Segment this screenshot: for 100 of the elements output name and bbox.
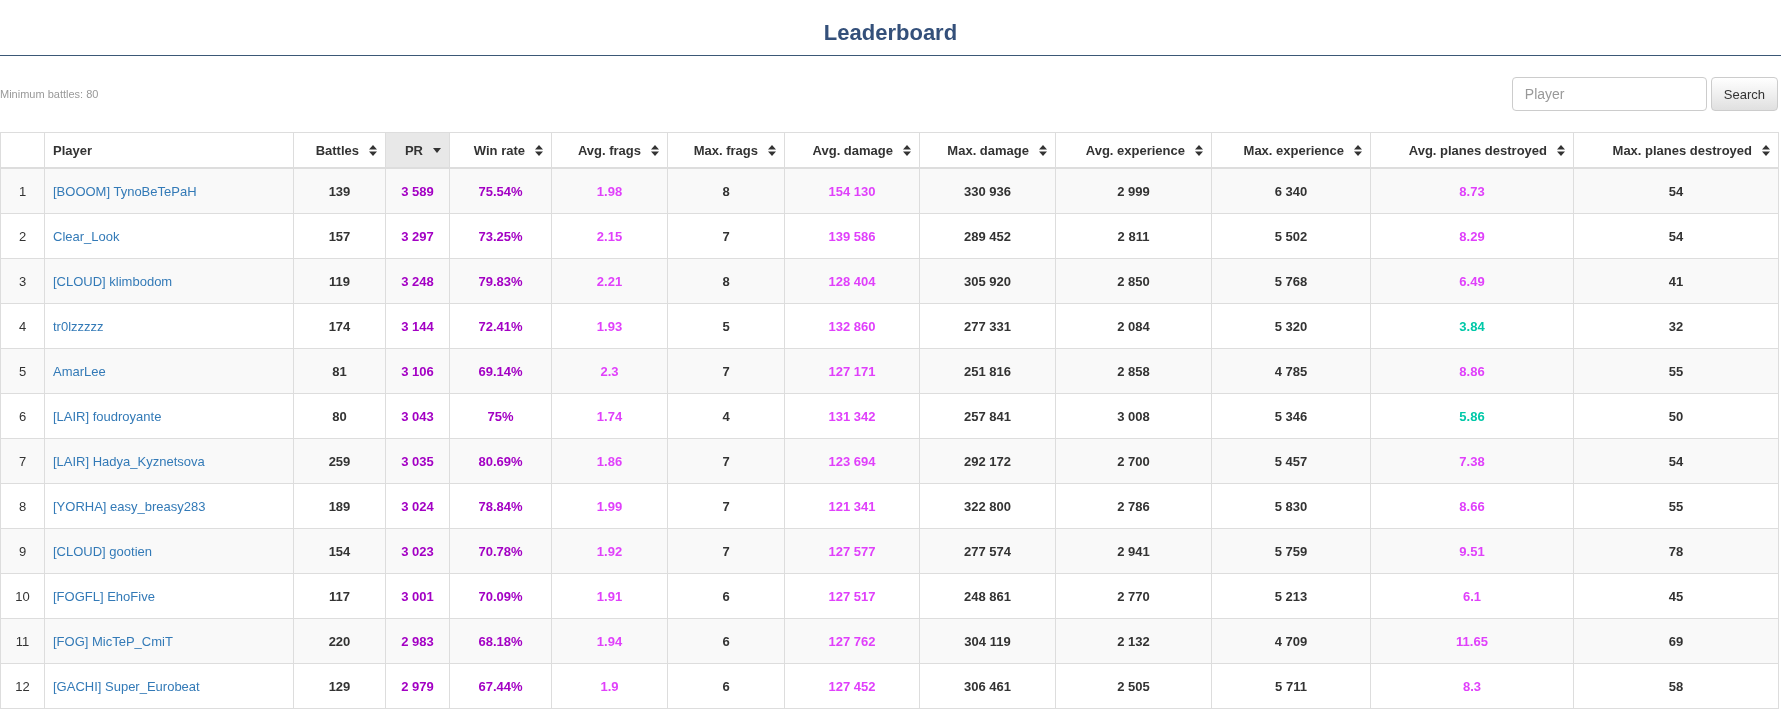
stat-cell: 69.14% (449, 348, 552, 394)
player-search-field[interactable]: Player (1511, 77, 1707, 111)
player-link[interactable]: tr0lzzzzz (53, 318, 104, 334)
rank-cell: 2 (0, 213, 45, 259)
stat-cell: 2 979 (385, 663, 450, 709)
stat-cell: 127 577 (784, 528, 920, 574)
stat-cell: 7.38 (1370, 438, 1574, 484)
stat-cell: 2 983 (385, 618, 450, 664)
stat-cell: 5 768 (1211, 258, 1371, 304)
stat-cell: 3 297 (385, 213, 450, 259)
stat-cell: 7 (667, 348, 785, 394)
stat-cell: 73.25% (449, 213, 552, 259)
stat-cell: 3 023 (385, 528, 450, 574)
stat-cell: 132 860 (784, 303, 920, 349)
search-button[interactable]: Search (1710, 77, 1778, 111)
stat-cell: 80.69% (449, 438, 552, 484)
stat-cell: 7 (667, 438, 785, 484)
stat-cell: 81 (293, 348, 386, 394)
stat-cell: 127 452 (784, 663, 920, 709)
stat-cell: 139 (293, 168, 386, 214)
stat-cell: 119 (293, 258, 386, 304)
stat-cell: 2.15 (551, 213, 668, 259)
stat-cell: 55 (1573, 348, 1779, 394)
rank-cell: 9 (0, 528, 45, 574)
stat-cell: 2 858 (1055, 348, 1212, 394)
stat-cell: 277 574 (919, 528, 1056, 574)
stat-cell: 251 816 (919, 348, 1056, 394)
player-link[interactable]: [FOGFL] EhoFive (53, 588, 155, 604)
stat-cell: 7 (667, 483, 785, 529)
stat-cell: 2 999 (1055, 168, 1212, 214)
rank-cell: 7 (0, 438, 45, 484)
player-link[interactable]: [CLOUD] gootien (53, 543, 152, 559)
stat-cell: 2 850 (1055, 258, 1212, 304)
minimum-battles-note: Minimum battles: 80 (0, 88, 99, 100)
stat-cell: 41 (1573, 258, 1779, 304)
stat-cell: 78.84% (449, 483, 552, 529)
stat-cell: 127 517 (784, 573, 920, 619)
stat-cell: 8 (667, 168, 785, 214)
stat-cell: 7 (667, 213, 785, 259)
player-link[interactable]: [CLOUD] klimbodom (53, 273, 173, 289)
stat-cell: 78 (1573, 528, 1779, 574)
sort-icon (1557, 145, 1565, 157)
stat-cell: 2.21 (551, 258, 668, 304)
stat-cell: 289 452 (919, 213, 1056, 259)
player-link[interactable]: [LAIR] foudroyante (53, 408, 162, 424)
rank-cell: 4 (0, 303, 45, 349)
player-link[interactable]: Clear_Look (53, 228, 120, 244)
stat-cell: 6 340 (1211, 168, 1371, 214)
sort-icon (535, 145, 543, 157)
stat-cell: 5 457 (1211, 438, 1371, 484)
rank-cell: 1 (0, 168, 45, 214)
rank-cell: 8 (0, 483, 45, 529)
stat-cell: 4 785 (1211, 348, 1371, 394)
rank-cell: 3 (0, 258, 45, 304)
stat-cell: 6 (667, 573, 785, 619)
stat-cell: 3 106 (385, 348, 450, 394)
rank-cell: 12 (0, 663, 45, 709)
rank-cell: 5 (0, 348, 45, 394)
stat-cell: 1.94 (551, 618, 668, 664)
stat-cell: 2 132 (1055, 618, 1212, 664)
sort-icon (1195, 145, 1203, 157)
rank-cell: 6 (0, 393, 45, 439)
stat-cell: 3 001 (385, 573, 450, 619)
stat-cell: 3 008 (1055, 393, 1212, 439)
stat-cell: 189 (293, 483, 386, 529)
stat-cell: 5 (667, 303, 785, 349)
stat-cell: 6 (667, 663, 785, 709)
stat-cell: 75% (449, 393, 552, 439)
player-link[interactable]: AmarLee (53, 363, 106, 379)
stat-cell: 5 830 (1211, 483, 1371, 529)
stat-cell: 2.3 (551, 348, 668, 394)
stat-cell: 7 (667, 528, 785, 574)
stat-cell: 157 (293, 213, 386, 259)
player-link[interactable]: [FOG] MicTeP_CmiT (53, 633, 173, 649)
stat-cell: 1.93 (551, 303, 668, 349)
stat-cell: 2 786 (1055, 483, 1212, 529)
stat-cell: 304 119 (919, 618, 1056, 664)
stat-cell: 257 841 (919, 393, 1056, 439)
stat-cell: 45 (1573, 573, 1779, 619)
stat-cell: 5 711 (1211, 663, 1371, 709)
stat-cell: 121 341 (784, 483, 920, 529)
column-header[interactable]: PR (385, 132, 450, 168)
rank-cell: 11 (0, 618, 45, 664)
stat-cell: 80 (293, 393, 386, 439)
stat-cell: 3 248 (385, 258, 450, 304)
stat-cell: 5.86 (1370, 393, 1574, 439)
stat-cell: 123 694 (784, 438, 920, 484)
stat-cell: 277 331 (919, 303, 1056, 349)
stat-cell: 2 941 (1055, 528, 1212, 574)
stat-cell: 11.65 (1370, 618, 1574, 664)
stat-cell: 3 024 (385, 483, 450, 529)
stat-cell: 54 (1573, 213, 1779, 259)
stat-cell: 50 (1573, 393, 1779, 439)
stat-cell: 127 762 (784, 618, 920, 664)
sort-icon (1762, 145, 1770, 157)
stat-cell: 58 (1573, 663, 1779, 709)
stat-cell: 6.49 (1370, 258, 1574, 304)
stat-cell: 3 589 (385, 168, 450, 214)
stat-cell: 3 043 (385, 393, 450, 439)
stat-cell: 54 (1573, 438, 1779, 484)
